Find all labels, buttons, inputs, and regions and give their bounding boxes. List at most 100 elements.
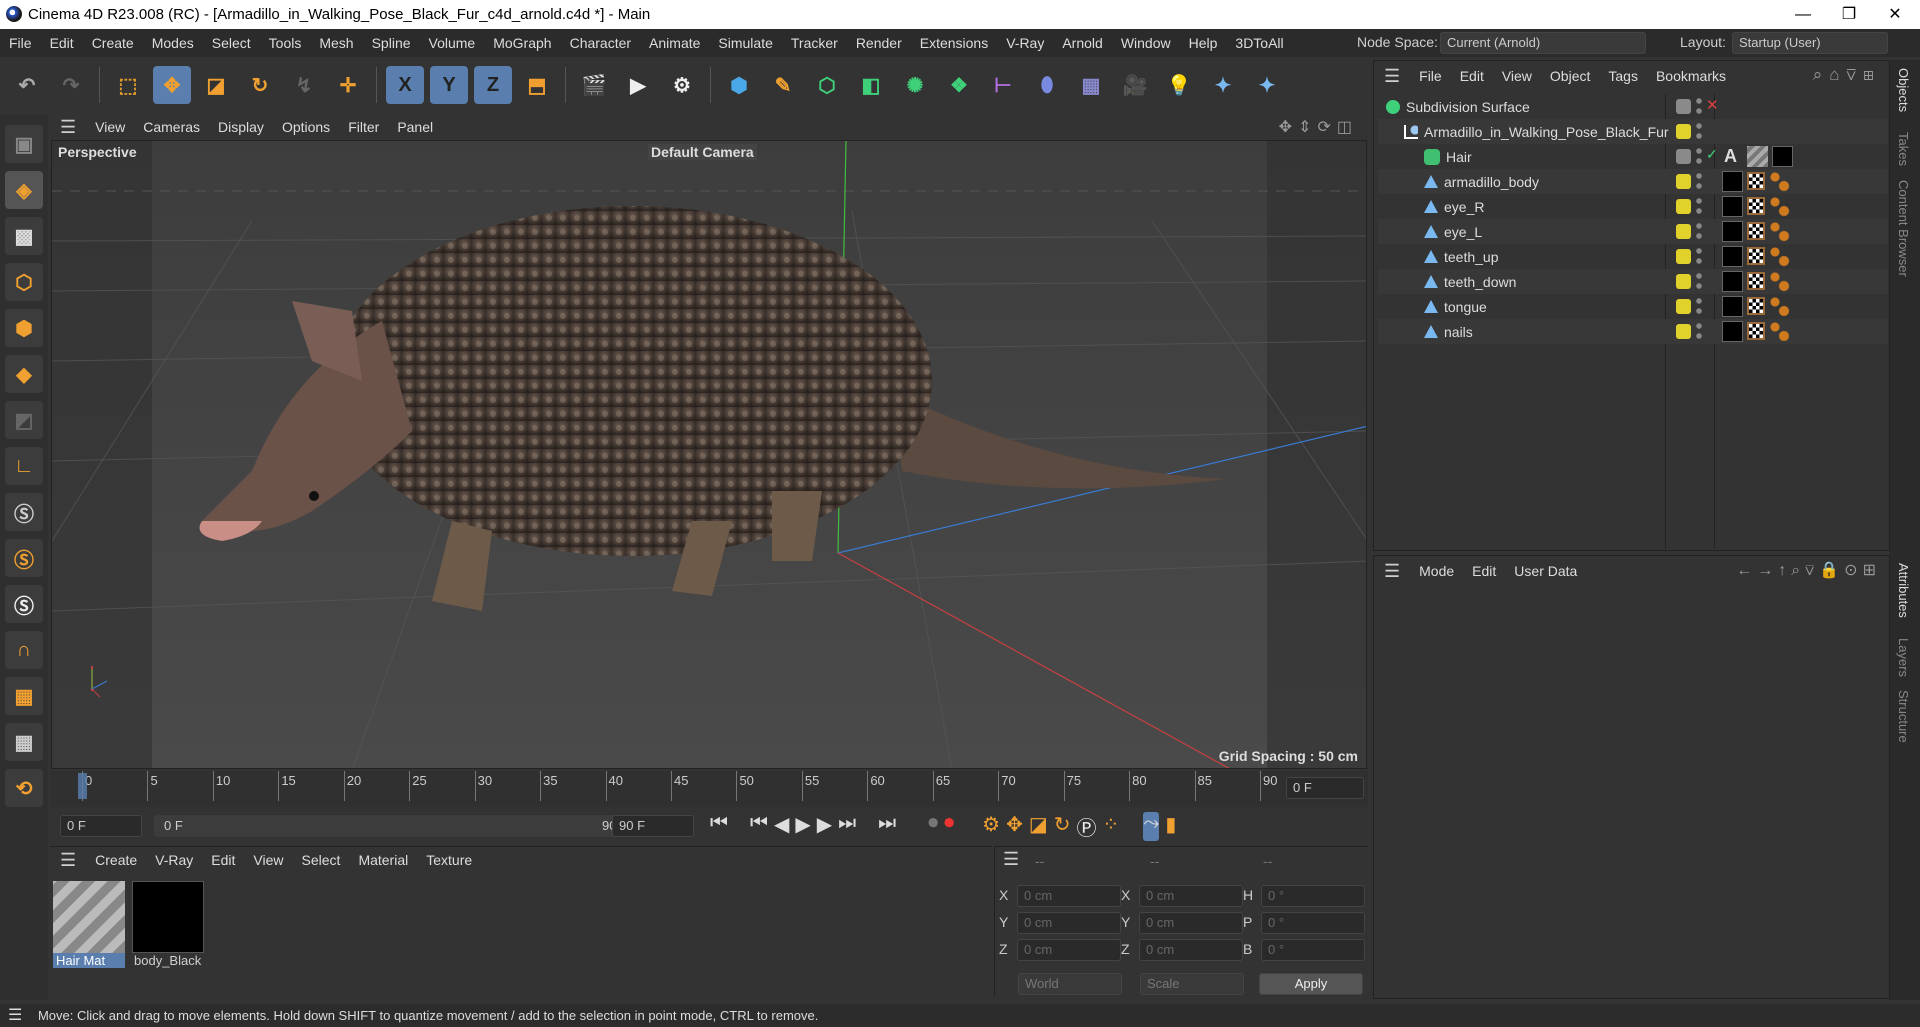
move-tool-icon[interactable]: ✥ (153, 66, 191, 104)
menu-mesh[interactable]: Mesh (310, 35, 362, 51)
axis-mode-icon[interactable]: ∟ (5, 447, 43, 485)
y-axis-lock-button[interactable]: Y (430, 66, 468, 104)
menu-file[interactable]: File (0, 35, 41, 51)
phong-tag-icon[interactable] (1770, 222, 1790, 242)
locked-workplane-icon[interactable]: ▦ (5, 723, 43, 761)
menu-volume[interactable]: Volume (420, 35, 485, 51)
recent-tools-icon[interactable]: ↯ (285, 66, 323, 104)
material-tag-icon[interactable] (1772, 146, 1793, 167)
key-parameter-icon[interactable]: Ⓟ (1077, 812, 1097, 841)
film-icon[interactable]: ▮ (1165, 812, 1176, 841)
rotate-snap-icon[interactable]: ⟲ (5, 769, 43, 807)
z-axis-lock-button[interactable]: Z (474, 66, 512, 104)
mat-menu-material[interactable]: Material (349, 852, 417, 868)
phong-tag-icon[interactable] (1770, 172, 1790, 192)
layer-color-swatch[interactable] (1676, 199, 1691, 214)
status-hamburger-icon[interactable]: ☰ (8, 1007, 22, 1024)
snap-s3-icon[interactable]: Ⓢ (5, 585, 43, 623)
render-settings-icon[interactable]: ⚙ (663, 66, 701, 104)
current-frame-display[interactable]: 0 F (1286, 777, 1364, 799)
menu-modes[interactable]: Modes (143, 35, 203, 51)
phong-tag-icon[interactable] (1770, 272, 1790, 292)
close-button[interactable]: ✕ (1872, 0, 1918, 29)
arnold-tag-icon[interactable]: A (1724, 146, 1737, 167)
menu-3dtoall[interactable]: 3DToAll (1226, 35, 1292, 51)
object-row[interactable]: tongue (1378, 294, 1888, 319)
previous-key-icon[interactable]: ⏮ (750, 812, 768, 841)
object-row[interactable]: armadillo_body (1378, 169, 1888, 194)
minimize-button[interactable]: — (1780, 0, 1826, 29)
material-tag-icon[interactable] (1722, 196, 1743, 217)
menu-help[interactable]: Help (1180, 35, 1227, 51)
coord-value-field[interactable]: 0 ° (1261, 912, 1365, 934)
coords-hamburger-icon[interactable]: ☰ (1003, 849, 1019, 870)
menu-create[interactable]: Create (83, 35, 143, 51)
obj-menu-bookmarks[interactable]: Bookmarks (1647, 68, 1735, 84)
object-row[interactable]: Armadillo_in_Walking_Pose_Black_Fur (1378, 119, 1888, 144)
visibility-dots-icon[interactable] (1696, 222, 1702, 241)
cube-icon[interactable]: ⬢ (720, 66, 758, 104)
subdivision-icon[interactable]: ⬡ (808, 66, 846, 104)
coord-value-field[interactable]: 0 ° (1261, 939, 1365, 961)
menu-tracker[interactable]: Tracker (782, 35, 847, 51)
play-icon[interactable]: ▶ (795, 812, 810, 841)
mat-menu-vray[interactable]: V-Ray (146, 852, 202, 868)
viewport-menu-panel[interactable]: Panel (388, 119, 442, 135)
object-row[interactable]: eye_R (1378, 194, 1888, 219)
visibility-dots-icon[interactable] (1696, 272, 1702, 291)
layer-color-swatch[interactable] (1676, 299, 1691, 314)
next-key-icon[interactable]: ⏭ (838, 812, 856, 841)
workplane-icon[interactable]: ▦ (5, 677, 43, 715)
object-row[interactable]: teeth_up (1378, 244, 1888, 269)
material-tag-icon[interactable] (1722, 321, 1743, 342)
python-icon[interactable]: ✦ (1204, 66, 1242, 104)
floor-icon[interactable]: ▦ (1072, 66, 1110, 104)
menu-vray[interactable]: V-Ray (997, 35, 1053, 51)
viewport-menu-options[interactable]: Options (273, 119, 339, 135)
object-row[interactable]: teeth_down (1378, 269, 1888, 294)
viewport-menu-filter[interactable]: Filter (339, 119, 388, 135)
redo-icon[interactable]: ↷ (52, 66, 90, 104)
attr-menu-mode[interactable]: Mode (1410, 563, 1463, 579)
attr-menu-edit[interactable]: Edit (1463, 563, 1505, 579)
phong-tag-icon[interactable] (1770, 197, 1790, 217)
pen-icon[interactable]: ✎ (764, 66, 802, 104)
magnet-icon[interactable]: ∩ (5, 631, 43, 669)
mat-menu-select[interactable]: Select (293, 852, 350, 868)
coord-value-field[interactable]: 0 cm (1139, 885, 1243, 907)
cloner-icon[interactable]: ✺ (896, 66, 934, 104)
edge-mode-icon[interactable]: ⬢ (5, 309, 43, 347)
interpolation-icon[interactable]: ⤳ (1143, 812, 1160, 841)
uvw-tag-icon[interactable] (1747, 222, 1765, 240)
obj-menu-tags[interactable]: Tags (1599, 68, 1647, 84)
object-row[interactable]: eye_L (1378, 219, 1888, 244)
record-icon[interactable]: ⏺ (928, 812, 938, 841)
layer-color-swatch[interactable] (1676, 324, 1691, 339)
menu-select[interactable]: Select (203, 35, 260, 51)
menu-mograph[interactable]: MoGraph (484, 35, 560, 51)
tab-layers[interactable]: Layers (1896, 638, 1911, 677)
coord-value-field[interactable]: 0 cm (1017, 885, 1121, 907)
mat-menu-view[interactable]: View (244, 852, 292, 868)
phong-tag-icon[interactable] (1770, 322, 1790, 342)
menu-simulate[interactable]: Simulate (709, 35, 781, 51)
deformer-icon[interactable]: ⊢ (984, 66, 1022, 104)
extrude-icon[interactable]: ◧ (852, 66, 890, 104)
make-editable-icon[interactable]: ▣ (5, 125, 43, 163)
end-frame-field[interactable]: 90 F (612, 815, 694, 837)
step-forward-icon[interactable]: ▶ (817, 812, 832, 841)
axis-tool-icon[interactable]: ✛ (329, 66, 367, 104)
visibility-dots-icon[interactable] (1696, 247, 1702, 266)
layer-color-swatch[interactable] (1676, 149, 1691, 164)
uvw-tag-icon[interactable] (1747, 172, 1765, 190)
go-to-start-icon[interactable]: ⏮ (710, 812, 728, 841)
step-back-icon[interactable]: ◀ (774, 812, 789, 841)
menu-edit[interactable]: Edit (41, 35, 83, 51)
phong-tag-icon[interactable] (1770, 247, 1790, 267)
coordinate-system-dropdown[interactable]: World (1018, 973, 1122, 995)
camera-label[interactable]: Default Camera (648, 144, 757, 160)
rotate-tool-icon[interactable]: ↻ (241, 66, 279, 104)
range-slider[interactable]: 0 F 90 F (154, 815, 644, 837)
object-row[interactable]: Hair ✓ A (1378, 144, 1888, 169)
hair-material-tag-icon[interactable] (1747, 146, 1768, 167)
